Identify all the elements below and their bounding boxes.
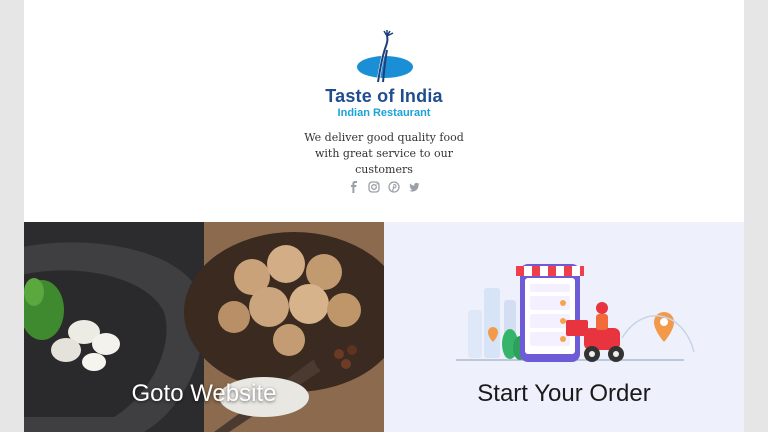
instagram-icon[interactable] — [367, 180, 381, 194]
social-links — [24, 180, 744, 194]
brand-title: Taste of India — [325, 86, 443, 106]
start-order-label: Start Your Order — [477, 380, 651, 407]
header: Taste of India Indian Restaurant We deli… — [24, 0, 744, 222]
goto-website-label: Goto Website — [131, 380, 277, 407]
goto-website-panel[interactable]: Goto Website — [24, 222, 384, 432]
tagline: We deliver good quality food with great … — [304, 131, 464, 176]
restaurant-logo — [357, 30, 413, 83]
facebook-icon[interactable] — [347, 180, 361, 194]
landing-page: Taste of India Indian Restaurant We deli… — [24, 0, 744, 432]
twitter-icon[interactable] — [407, 180, 421, 194]
start-order-panel[interactable]: Start Your Order — [384, 222, 744, 432]
brand-subtitle: Indian Restaurant — [337, 107, 431, 119]
pinterest-icon[interactable] — [387, 180, 401, 194]
